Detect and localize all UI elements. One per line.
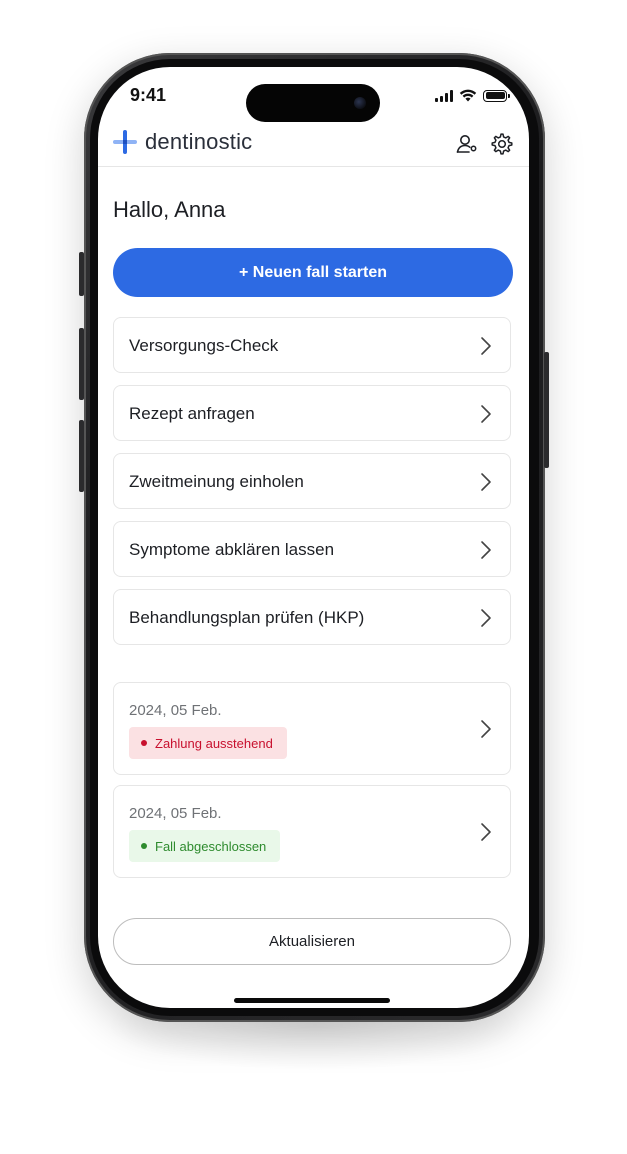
chevron-right-icon (481, 473, 491, 491)
battery-icon (483, 89, 510, 102)
menu-item-versorgungs-check[interactable]: Versorgungs-Check (113, 317, 511, 373)
menu-item-rezept-anfragen[interactable]: Rezept anfragen (113, 385, 511, 441)
logo-cross-icon (113, 130, 137, 154)
power-button (544, 352, 549, 468)
status-badge: Fall abgeschlossen (129, 830, 281, 862)
chevron-right-icon (481, 337, 491, 355)
chevron-right-icon (481, 720, 491, 738)
menu-item-zweitmeinung[interactable]: Zweitmeinung einholen (113, 453, 511, 509)
status-icons (435, 89, 510, 102)
status-dot (141, 740, 147, 746)
case-card[interactable]: 2024, 05 Feb. Fall abgeschlossen (113, 785, 511, 878)
menu-item-label: Versorgungs-Check (129, 336, 279, 355)
status-badge: Zahlung ausstehend (129, 727, 287, 759)
start-new-case-button[interactable]: + Neuen fall starten (113, 248, 513, 297)
case-card[interactable]: 2024, 05 Feb. Zahlung ausstehend (113, 682, 511, 775)
menu-item-behandlungsplan[interactable]: Behandlungsplan prüfen (HKP) (113, 589, 511, 645)
phone-screen: 9:41 dentinostic Hallo, Anna + Neuen fal… (98, 67, 529, 1008)
signal-icon (435, 89, 453, 102)
menu-item-symptome[interactable]: Symptome abklären lassen (113, 521, 511, 577)
status-time: 9:41 (130, 85, 167, 105)
case-date: 2024, 05 Feb. (129, 805, 222, 822)
volume-down-button (79, 420, 84, 492)
action-button (79, 252, 84, 296)
volume-up-button (79, 328, 84, 400)
brand-logo: dentinostic (112, 129, 252, 155)
app-header: dentinostic (98, 125, 529, 167)
chevron-right-icon (481, 405, 491, 423)
status-label: Zahlung ausstehend (155, 735, 273, 751)
home-indicator (234, 998, 390, 1003)
refresh-button[interactable]: Aktualisieren (113, 918, 511, 965)
menu-item-label: Zweitmeinung einholen (129, 472, 304, 491)
status-label: Fall abgeschlossen (155, 838, 267, 854)
chevron-right-icon (481, 609, 491, 627)
wifi-icon (459, 89, 477, 102)
case-date: 2024, 05 Feb. (129, 702, 222, 719)
gear-icon[interactable] (490, 132, 514, 156)
brand-name: dentinostic (145, 129, 253, 154)
menu-item-label: Symptome abklären lassen (129, 540, 335, 559)
chevron-right-icon (481, 541, 491, 559)
dynamic-island (246, 84, 380, 122)
menu-item-label: Behandlungsplan prüfen (HKP) (129, 608, 365, 627)
status-dot (141, 843, 147, 849)
chevron-right-icon (481, 823, 491, 841)
menu-item-label: Rezept anfragen (129, 404, 255, 423)
greeting-title: Hallo, Anna (113, 197, 226, 222)
user-add-icon[interactable] (455, 132, 479, 156)
